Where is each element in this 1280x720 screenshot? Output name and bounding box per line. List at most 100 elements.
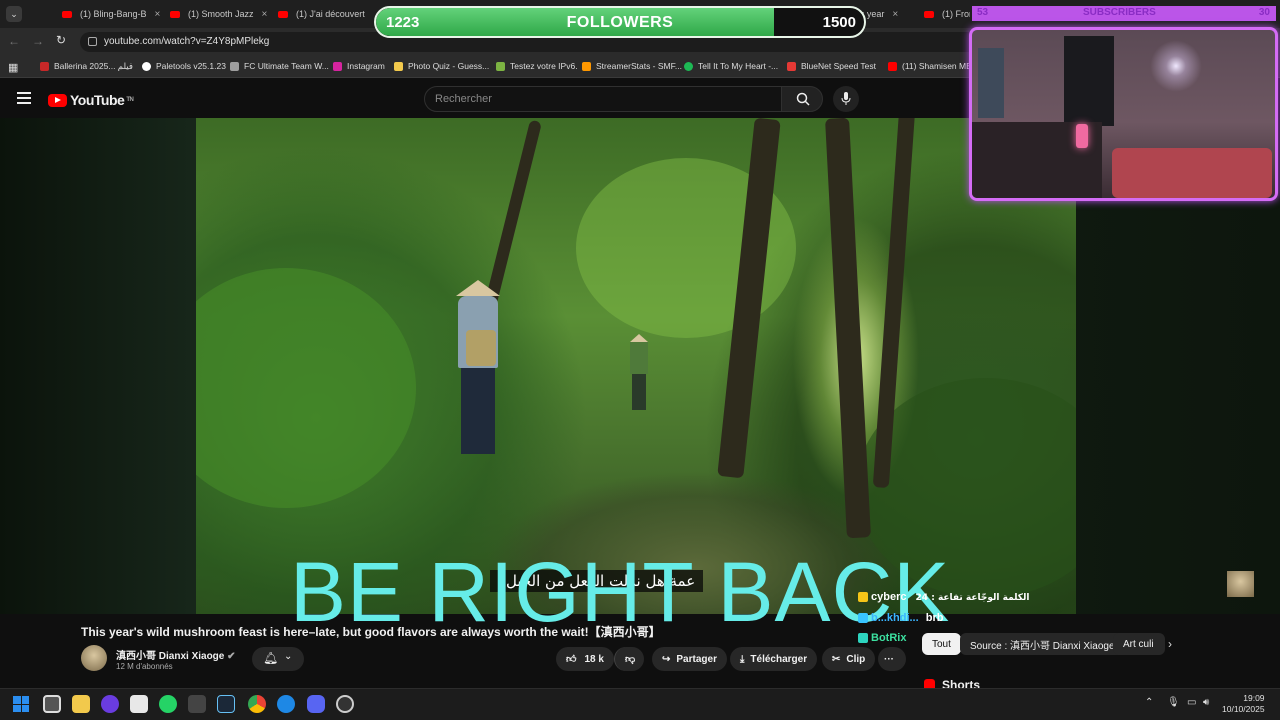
tree-trunk [825,118,871,539]
youtube-bookmark-icon [888,61,897,71]
download-icon: ⤓ [740,653,745,665]
notifications-button[interactable]: 🔔︎ ⌄ [252,647,304,671]
chevron-up-icon[interactable]: ⌃ [1145,697,1153,708]
bell-icon: 🔔︎ [263,651,279,665]
bookmark-streamerstats[interactable]: StreamerStats - SMF... [582,61,682,71]
site-info-icon[interactable] [88,37,97,46]
channel-name[interactable]: 滇西小哥 Dianxi Xiaoge ✔ [116,647,236,662]
tab-bling-bang[interactable]: (1) Bling-Bang-B × [62,4,162,24]
chat-badge-icon [858,592,868,603]
voice-search-button[interactable] [833,86,859,112]
back-icon[interactable]: ← [8,34,20,48]
video-title: This year's wild mushroom feast is here–… [81,625,661,639]
chat-badge-icon [858,613,868,624]
webcam-speaker [1064,36,1114,126]
foliage [196,268,416,508]
followers-label: FOLLOWERS [566,14,674,31]
youtube-logo[interactable]: YouTube TN [48,92,134,108]
bookmark-icon [496,61,505,71]
followers-goal: 1500 [822,14,856,31]
bookmark-icon [142,61,151,71]
channel-thumbnail[interactable] [1227,571,1254,597]
obs-icon[interactable] [336,695,354,713]
scissors-icon: ✂ [832,653,841,665]
dislike-button[interactable]: 👎︎ [614,647,644,671]
app-icon[interactable] [188,695,206,713]
bookmark-ballerina[interactable]: Ballerina 2025... فيلم [40,61,133,72]
like-button[interactable]: 👍︎ 18 k [556,647,614,671]
chat-message: b...khdi... brb [858,612,943,624]
tab-smooth-jazz[interactable]: (1) Smooth Jazz × [170,4,270,24]
search-button[interactable] [781,86,823,112]
chat-message: BotRix [858,632,906,644]
chat-badge-icon [858,633,868,644]
bookmark-icon [230,61,239,71]
file-explorer-icon[interactable] [72,695,90,713]
forward-icon[interactable]: → [32,34,44,48]
microphone-tray-icon[interactable]: 🎙︎ [1167,697,1180,708]
tab-jai-decouvert[interactable]: (1) J'ai découvert [278,4,374,24]
more-actions-button[interactable]: ··· [878,647,906,671]
bookmark-shamisen[interactable]: (11) Shamisen ME [888,61,972,71]
bookmark-icon [787,61,796,71]
steam-icon[interactable] [217,695,235,713]
clip-button[interactable]: ✂ Clip [822,647,876,671]
bookmark-photo-quiz[interactable]: Photo Quiz - Guess... [394,61,489,71]
webcam-overlay [969,27,1278,201]
subscribers-count: 53 [977,7,989,18]
share-button[interactable]: ↪ Partager [652,647,727,671]
youtube-play-icon [48,93,67,107]
bookmark-instagram[interactable]: Instagram [333,61,385,71]
system-clock[interactable]: 19:09 10/10/2025 [1222,693,1265,715]
apps-grid-icon[interactable]: ▦ [8,61,18,74]
app-icon[interactable] [130,695,148,713]
instagram-icon [333,61,342,71]
task-view-icon[interactable] [43,695,61,713]
thumbs-up-icon: 👍︎ [566,654,577,665]
volume-icon[interactable]: 🔊︎ [1203,697,1209,708]
bookmark-tell-it[interactable]: Tell It To My Heart -... [684,61,778,71]
bookmark-icon [40,62,49,71]
thumbs-down-icon: 👎︎ [625,654,636,665]
youtube-tab-icon [170,10,180,18]
bookmark-paletools[interactable]: Paletools v25.1.23 [142,61,226,71]
bookmark-speed-test[interactable]: BlueNet Speed Test [787,61,876,71]
webcam-monitor [978,48,1004,118]
menu-icon[interactable] [17,92,31,104]
chevron-right-icon[interactable]: › [1168,637,1172,651]
close-tab-icon[interactable]: × [155,9,161,20]
bookmark-icon [394,61,403,71]
app-circle-icon[interactable] [101,695,119,713]
video-frame-forest-scene[interactable] [196,118,1076,614]
tab-from[interactable]: (1) From [924,4,970,24]
verified-icon: ✔ [227,651,236,662]
close-tab-icon[interactable]: × [892,9,898,20]
chrome-icon[interactable] [248,695,266,713]
app-icon[interactable] [277,695,295,713]
download-button[interactable]: ⤓ Télécharger [730,647,818,671]
search-input[interactable]: Rechercher [424,86,782,112]
youtube-tab-icon [278,10,288,18]
person-with-hat [456,280,500,454]
channel-subscribers: 12 M d'abonnés [116,662,173,671]
chip-culinary-art[interactable]: Art culi [1113,633,1165,655]
windows-start-icon[interactable] [13,696,29,712]
bookmark-fc-ultimate[interactable]: FC Ultimate Team W... [230,61,329,71]
tab-list-button[interactable]: ⌄ [6,6,22,22]
channel-avatar[interactable] [81,645,107,671]
youtube-tab-icon [62,10,72,18]
discord-icon[interactable] [307,695,325,713]
webcam-light-decoration [1148,38,1204,94]
chip-all[interactable]: Tout [922,633,961,655]
chip-source-channel[interactable]: Source : 滇西小哥 Dianxi Xiaoge [960,633,1125,655]
whatsapp-icon[interactable] [159,695,177,713]
close-tab-icon[interactable]: × [262,9,268,20]
reload-icon[interactable]: ↻ [56,33,66,47]
subscribers-label: SUBSCRIBERS [1083,7,1156,18]
bookmark-icon [582,61,591,71]
subscribers-goal-bar: 53 SUBSCRIBERS 30 [972,6,1276,21]
be-right-back-text: BE RIGHT BACK [290,545,951,639]
chat-message: cyberc الكلمة الوجّاعة تفاعة : 24 [858,591,1030,603]
network-icon[interactable]: ▭ [1187,697,1196,708]
bookmark-ipv6[interactable]: Testez votre IPv6. [496,61,578,71]
